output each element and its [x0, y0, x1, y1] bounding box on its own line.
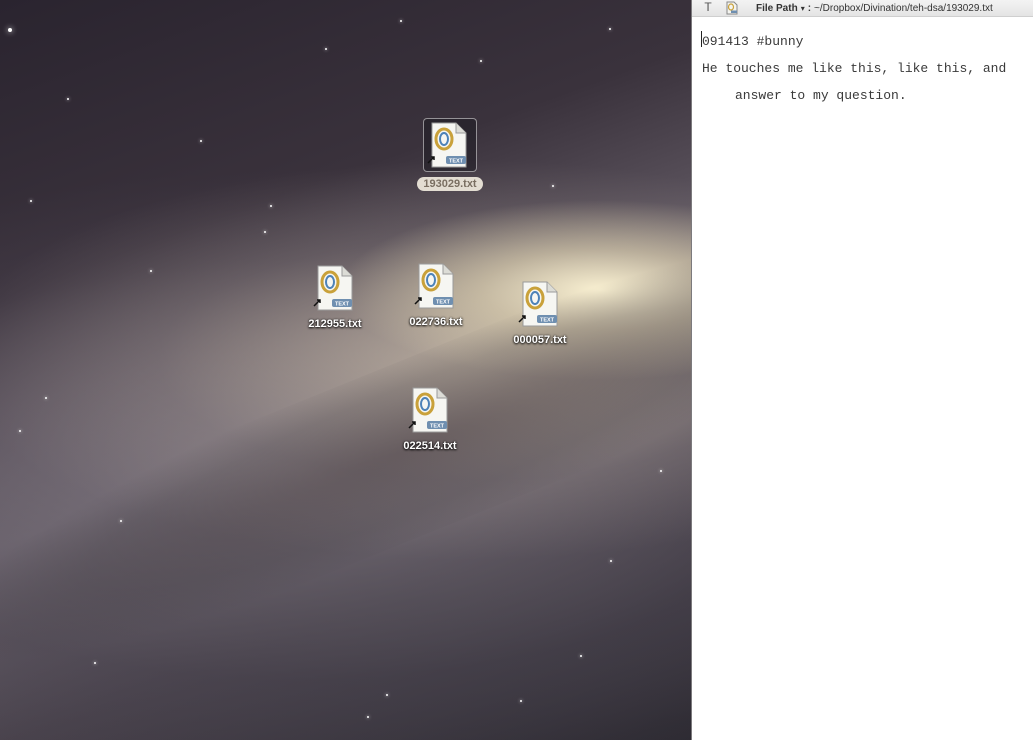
- star: [8, 28, 12, 32]
- svg-text:TEXT: TEXT: [430, 424, 445, 430]
- star: [30, 200, 32, 202]
- path-separator: :: [807, 2, 812, 14]
- desktop-file-212955[interactable]: TEXT 212955.txt: [290, 264, 380, 332]
- star: [150, 270, 152, 272]
- file-path-label[interactable]: File Path: [756, 3, 798, 14]
- svg-text:TEXT: TEXT: [436, 300, 451, 306]
- desktop-file-022514[interactable]: TEXT 022514.txt: [385, 386, 475, 454]
- star: [264, 231, 266, 233]
- desktop-wallpaper[interactable]: TEXT 193029.txt TEXT 212955.txt TEXT 022…: [0, 0, 691, 740]
- text-document-alias-icon: TEXT: [312, 264, 358, 312]
- star: [660, 470, 662, 472]
- svg-text:TEXT: TEXT: [540, 318, 555, 324]
- text-document-alias-icon: TEXT: [413, 262, 459, 310]
- text-line: answer to my question.: [735, 88, 907, 103]
- text-document-alias-icon: TEXT: [407, 386, 453, 434]
- star: [400, 20, 402, 22]
- desktop-file-022736[interactable]: TEXT 022736.txt: [391, 262, 481, 330]
- file-name-label: 022514.txt: [403, 440, 457, 452]
- star: [520, 700, 522, 702]
- text-editor-window: T File Path ▾ : ~/Dropbox/Divination/teh…: [691, 0, 1033, 740]
- star: [325, 48, 327, 50]
- editor-toolbar: T File Path ▾ : ~/Dropbox/Divination/teh…: [692, 0, 1033, 17]
- svg-text:TEXT: TEXT: [335, 302, 350, 308]
- star: [45, 397, 47, 399]
- star: [270, 205, 272, 207]
- desktop-file-000057[interactable]: TEXT 000057.txt: [495, 280, 585, 348]
- chevron-down-icon[interactable]: ▾: [801, 4, 805, 13]
- star: [580, 655, 582, 657]
- star: [367, 716, 369, 718]
- text-line: 091413 #bunny: [702, 34, 804, 49]
- font-icon[interactable]: T: [700, 1, 716, 15]
- text-document-alias-icon: TEXT: [423, 118, 477, 172]
- star: [120, 520, 122, 522]
- star: [19, 430, 21, 432]
- star: [480, 60, 482, 62]
- star: [94, 662, 96, 664]
- star: [200, 140, 202, 142]
- file-name-label: 212955.txt: [308, 318, 362, 330]
- document-proxy-icon[interactable]: [724, 1, 740, 15]
- file-path-value: ~/Dropbox/Divination/teh-dsa/193029.txt: [814, 2, 993, 14]
- svg-text:TEXT: TEXT: [449, 159, 464, 165]
- star: [609, 28, 611, 30]
- text-line: He touches me like this, like this, and: [702, 61, 1007, 76]
- star: [386, 694, 388, 696]
- star: [67, 98, 69, 100]
- editor-text-area[interactable]: 091413 #bunny He touches me like this, l…: [702, 28, 1033, 109]
- file-name-label: 022736.txt: [409, 316, 463, 328]
- star: [610, 560, 612, 562]
- file-name-label: 000057.txt: [513, 334, 567, 346]
- file-name-label: 193029.txt: [417, 177, 483, 191]
- desktop-file-193029[interactable]: TEXT 193029.txt: [405, 118, 495, 192]
- star: [552, 185, 554, 187]
- text-document-alias-icon: TEXT: [517, 280, 563, 328]
